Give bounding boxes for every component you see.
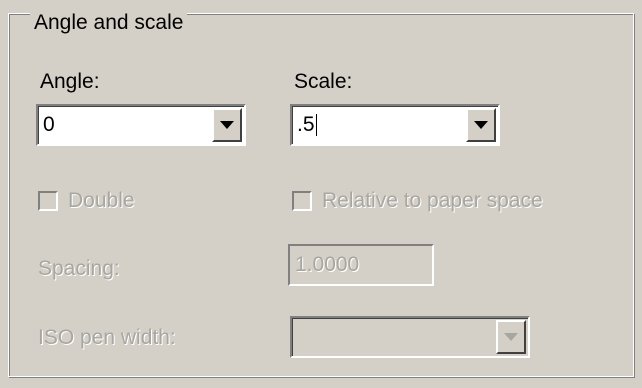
- spacing-field[interactable]: 1.0000: [288, 244, 434, 286]
- scale-dropdown-button[interactable]: [466, 108, 496, 142]
- scale-value[interactable]: .5: [297, 113, 317, 137]
- spacing-label: Spacing:: [38, 257, 120, 280]
- iso-pen-width-label: ISO pen width:: [38, 326, 176, 349]
- relative-paper-label: Relative to paper space: [322, 189, 543, 212]
- relative-paper-checkbox[interactable]: [292, 191, 312, 211]
- scale-combobox[interactable]: .5: [290, 104, 500, 146]
- angle-value[interactable]: 0: [43, 113, 55, 137]
- scale-label: Scale:: [294, 70, 353, 93]
- text-caret: [315, 114, 317, 137]
- chevron-down-icon: [474, 121, 488, 129]
- double-checkbox[interactable]: [38, 191, 58, 211]
- spacing-value: 1.0000: [295, 253, 360, 276]
- angle-combobox[interactable]: 0: [36, 104, 246, 146]
- angle-dropdown-button[interactable]: [212, 108, 242, 142]
- chevron-down-icon: [220, 121, 234, 129]
- angle-label: Angle:: [40, 70, 100, 93]
- double-label: Double: [68, 189, 135, 212]
- chevron-down-icon: [504, 333, 518, 341]
- iso-pen-width-dropdown-button[interactable]: [496, 320, 526, 354]
- group-title: Angle and scale: [30, 11, 188, 35]
- iso-pen-width-combobox[interactable]: [290, 316, 530, 358]
